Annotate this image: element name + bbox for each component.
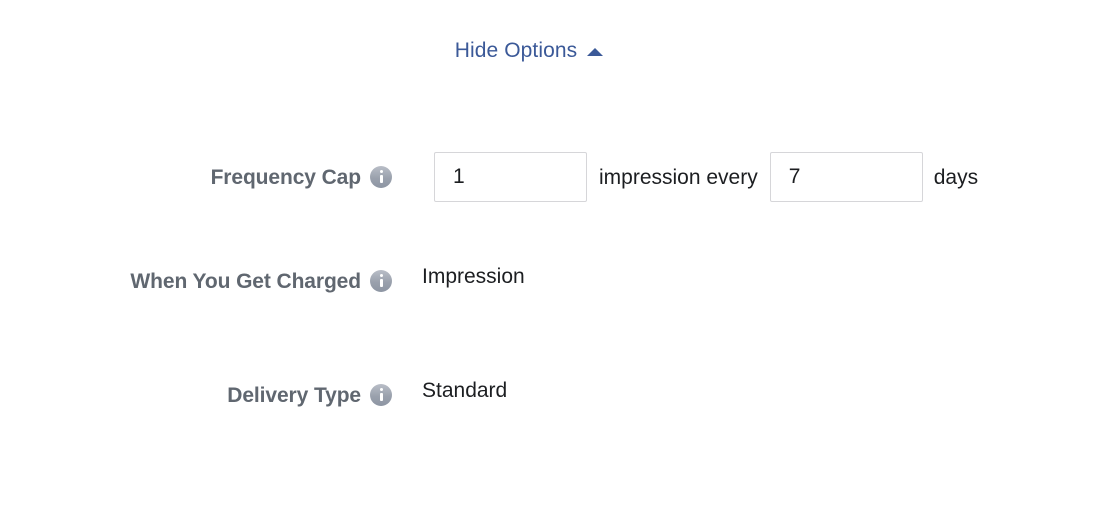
delivery-type-label-cell: Delivery Type [0, 380, 392, 410]
hide-options-label: Hide Options [454, 39, 578, 62]
when-you-get-charged-label-cell: When You Get Charged [0, 266, 392, 296]
delivery-type-value-cell: Standard [392, 380, 507, 401]
frequency-cap-label-cell: Frequency Cap [0, 152, 392, 202]
hide-options-row: Hide Options [0, 40, 1118, 62]
info-icon[interactable] [370, 270, 392, 292]
frequency-cap-label: Frequency Cap [210, 165, 362, 189]
info-icon[interactable] [370, 166, 392, 188]
row-delivery-type: Delivery Type Standard [0, 380, 1118, 410]
frequency-cap-count-input[interactable] [434, 152, 587, 202]
caret-up-icon [587, 47, 604, 56]
when-you-get-charged-value-cell: Impression [392, 266, 525, 287]
delivery-type-label: Delivery Type [227, 383, 361, 407]
when-you-get-charged-label: When You Get Charged [130, 269, 361, 293]
row-when-you-get-charged: When You Get Charged Impression [0, 266, 1118, 296]
frequency-cap-unit-text: days [933, 165, 979, 189]
when-you-get-charged-value: Impression [422, 265, 525, 288]
frequency-cap-value-cell: impression every days [392, 152, 978, 202]
frequency-cap-middle-text: impression every [599, 165, 758, 189]
options-panel: Hide Options Frequency Cap impression ev… [0, 0, 1118, 508]
frequency-cap-interval-input[interactable] [769, 152, 923, 202]
delivery-type-value: Standard [422, 379, 508, 402]
info-icon[interactable] [370, 384, 392, 406]
hide-options-toggle[interactable]: Hide Options [455, 40, 604, 61]
row-frequency-cap: Frequency Cap impression every days [0, 152, 1118, 202]
